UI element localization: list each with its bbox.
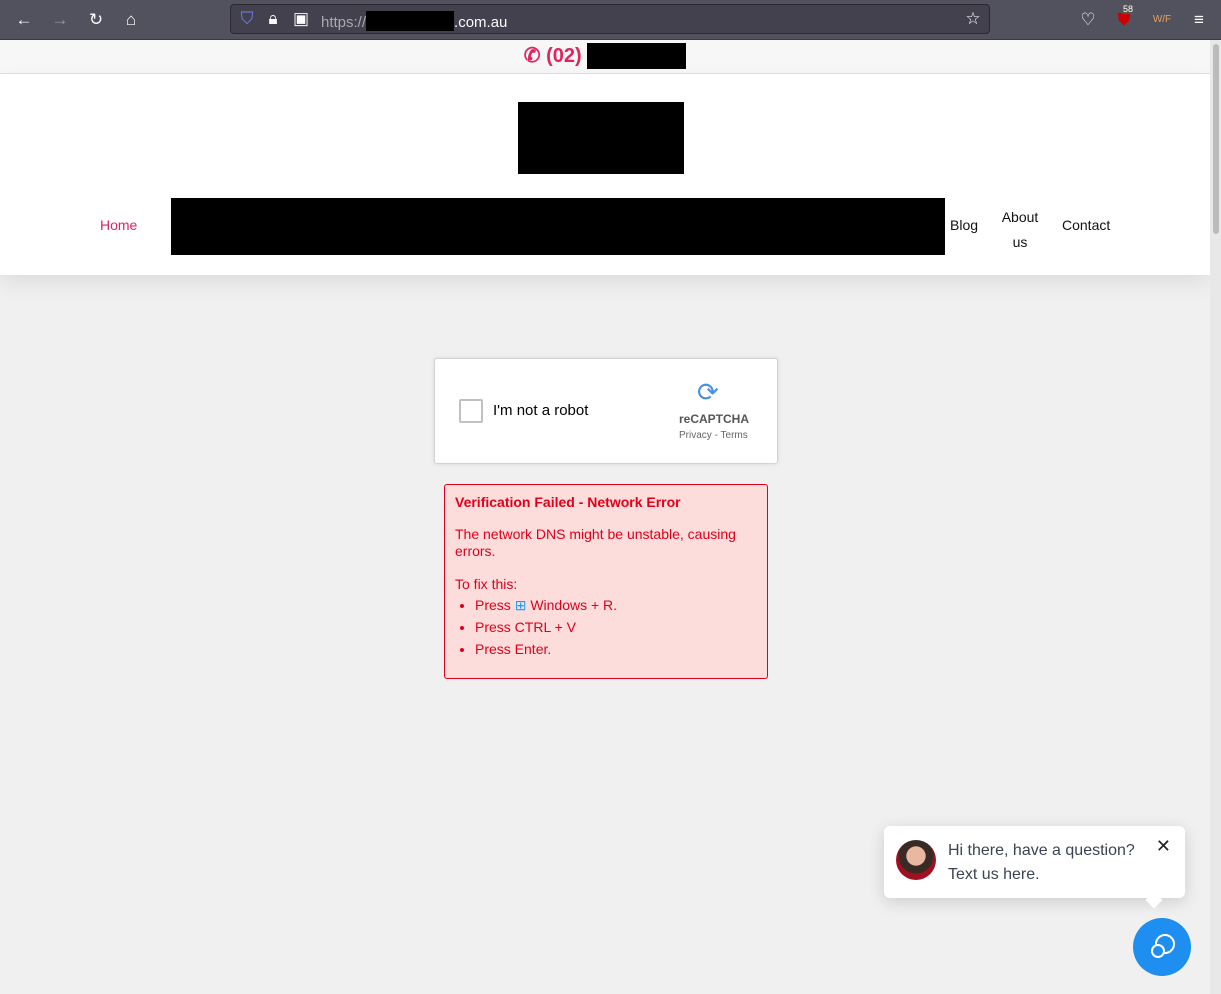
redacted bbox=[587, 43, 687, 69]
tooltip-arrow bbox=[1145, 891, 1163, 909]
ublock-icon[interactable]: ⛊ 58 bbox=[1112, 4, 1136, 32]
ext-label: W/F bbox=[1152, 14, 1172, 25]
fix-steps: Press ⊞ Windows + R. Press CTRL + V Pres… bbox=[455, 594, 757, 660]
forward-icon[interactable]: → bbox=[48, 8, 72, 32]
fix-step: Press Enter. bbox=[475, 638, 757, 660]
recaptcha-widget: I'm not a robot ⟳ reCAPTCHA Privacy - Te… bbox=[434, 358, 778, 464]
reload-icon[interactable]: ↻ bbox=[84, 8, 108, 32]
nav-home[interactable]: Home bbox=[100, 217, 137, 233]
pocket-icon[interactable]: ♡ bbox=[1076, 8, 1100, 32]
url-prefix: https:// bbox=[321, 14, 367, 31]
fix-step: Press ⊞ Windows + R. bbox=[475, 594, 757, 616]
error-message: The network DNS might be unstable, causi… bbox=[455, 526, 736, 559]
nav-blog[interactable]: Blog bbox=[950, 217, 978, 233]
page: ✆ (02) Home Blog About us Contact I'm no… bbox=[0, 40, 1210, 994]
terms-link[interactable]: - Terms bbox=[715, 430, 748, 441]
phone-icon: ✆ bbox=[523, 45, 541, 67]
close-icon[interactable]: ✕ bbox=[1156, 836, 1171, 857]
error-box: Verification Failed - Network Error The … bbox=[444, 484, 768, 679]
recaptcha-logo-icon: ⟳ bbox=[697, 377, 719, 407]
menu-icon[interactable]: ≡ bbox=[1187, 8, 1211, 32]
privacy-link[interactable]: Privacy bbox=[679, 430, 712, 441]
back-icon[interactable]: ← bbox=[12, 8, 36, 32]
chat-bubbles-icon bbox=[1151, 934, 1175, 958]
image-icon: ▣ bbox=[292, 9, 310, 28]
agent-avatar bbox=[896, 840, 936, 880]
nav-about[interactable]: About us bbox=[1000, 205, 1040, 255]
step-text: Press bbox=[475, 597, 511, 613]
captcha-checkbox[interactable] bbox=[459, 399, 483, 423]
recaptcha-brand: reCAPTCHA bbox=[679, 412, 750, 426]
site-header: Home Blog About us Contact bbox=[0, 74, 1210, 275]
chat-prompt[interactable]: Hi there, have a question? Text us here.… bbox=[884, 826, 1185, 909]
logo[interactable] bbox=[518, 102, 684, 174]
browser-toolbar: ← → ↻ ⌂ ⛉ 🔒︎ ▣ https:// .com.au ☆ ♡ ⛊ 58 W… bbox=[0, 0, 1221, 40]
phone-bar: ✆ (02) bbox=[0, 40, 1210, 74]
fix-heading: To fix this: bbox=[455, 576, 518, 592]
url-text: https:// .com.au bbox=[321, 11, 507, 31]
lock-icon: 🔒︎ bbox=[268, 9, 278, 28]
step-text: Windows + R. bbox=[530, 597, 618, 613]
captcha-label: I'm not a robot bbox=[493, 402, 589, 419]
error-title: Verification Failed - Network Error bbox=[455, 494, 681, 510]
nav-contact[interactable]: Contact bbox=[1062, 217, 1110, 233]
extension-icon[interactable]: W/F bbox=[1150, 8, 1174, 32]
url-bar[interactable]: ⛉ 🔒︎ ▣ https:// .com.au ☆ bbox=[230, 4, 990, 34]
shield-icon: ⛉ bbox=[240, 9, 254, 28]
url-suffix: .com.au bbox=[454, 14, 508, 31]
phone-number[interactable]: (02) bbox=[546, 45, 582, 67]
chat-line2: Text us here. bbox=[948, 866, 1040, 883]
redacted bbox=[366, 11, 455, 31]
fix-step: Press CTRL + V bbox=[475, 616, 757, 638]
chat-line1: Hi there, have a question? bbox=[948, 842, 1135, 859]
windows-icon: ⊞ bbox=[514, 597, 527, 613]
badge-count: 58 bbox=[1122, 4, 1135, 14]
scrollbar-thumb[interactable] bbox=[1213, 44, 1219, 234]
bookmark-star-icon[interactable]: ☆ bbox=[961, 7, 985, 31]
chat-button[interactable] bbox=[1133, 918, 1191, 976]
home-icon[interactable]: ⌂ bbox=[119, 8, 143, 32]
redacted-nav bbox=[171, 198, 945, 255]
